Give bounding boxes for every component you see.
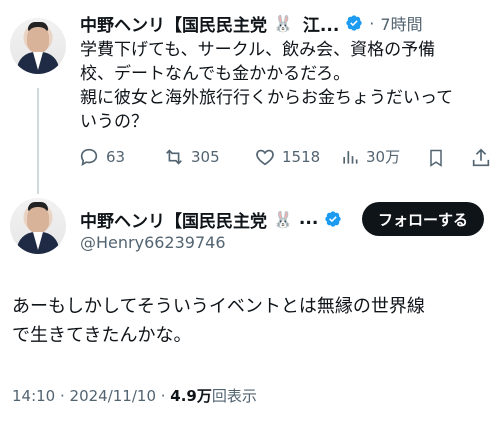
verified-badge-icon [325, 211, 341, 227]
tweet-header: 中野ヘンリ【国民民主党 🐰 ... [80, 206, 360, 232]
author-name[interactable]: 中野ヘンリ【国民民主党 [80, 11, 267, 36]
like-icon [256, 149, 274, 166]
follow-button[interactable]: フォローする [362, 202, 485, 236]
tweet-text: あーもしかしてそういうイベントとは無縁の世界線 で生きてきたんかな。 [12, 296, 425, 346]
tweet-timestamp[interactable]: 14:10 · 2024/11/10 · [12, 387, 170, 405]
tweet-header: 中野ヘンリ【国民民主党 🐰 江... · 7時間 [80, 10, 495, 36]
like-button[interactable]: 1518 [254, 146, 320, 168]
author-name[interactable]: 中野ヘンリ【国民民主党 [80, 207, 267, 232]
tweet-time[interactable]: 7時間 [380, 11, 422, 35]
avatar[interactable] [10, 18, 66, 74]
thread-connector-line [37, 88, 39, 194]
tweet-meta: 14:10 · 2024/11/10 · 4.9万回表示 [12, 385, 257, 406]
views-button[interactable]: 30万 [340, 146, 400, 167]
avatar[interactable] [10, 198, 66, 254]
repost-button[interactable]: 305 [163, 146, 220, 168]
like-count: 1518 [282, 148, 321, 166]
author-name-suffix[interactable]: 江... [303, 11, 339, 36]
author-name-suffix[interactable]: ... [299, 209, 318, 229]
reply-button[interactable]: 63 [78, 146, 125, 168]
verified-badge-icon [346, 15, 362, 31]
tweet-text: 学費下げても、サークル、飲み会、資格の予備 校、デートなんでも金かかるだろ。 親… [80, 40, 454, 132]
reply-icon [80, 148, 98, 166]
views-count: 30万 [366, 148, 401, 166]
bunny-emoji: 🐰 [273, 209, 293, 229]
bookmark-icon[interactable] [426, 147, 446, 169]
views-icon [343, 150, 358, 164]
bunny-emoji: 🐰 [273, 13, 293, 33]
views-count: 4.9万 [170, 387, 212, 405]
share-icon[interactable] [470, 147, 492, 169]
reply-count: 63 [106, 148, 126, 166]
author-handle[interactable]: @Henry66239746 [80, 233, 226, 252]
repost-count: 305 [191, 148, 220, 166]
views-label: 回表示 [211, 387, 257, 405]
tweet-action-bar: 63 305 1518 30万 [78, 146, 493, 170]
repost-icon [166, 149, 182, 165]
